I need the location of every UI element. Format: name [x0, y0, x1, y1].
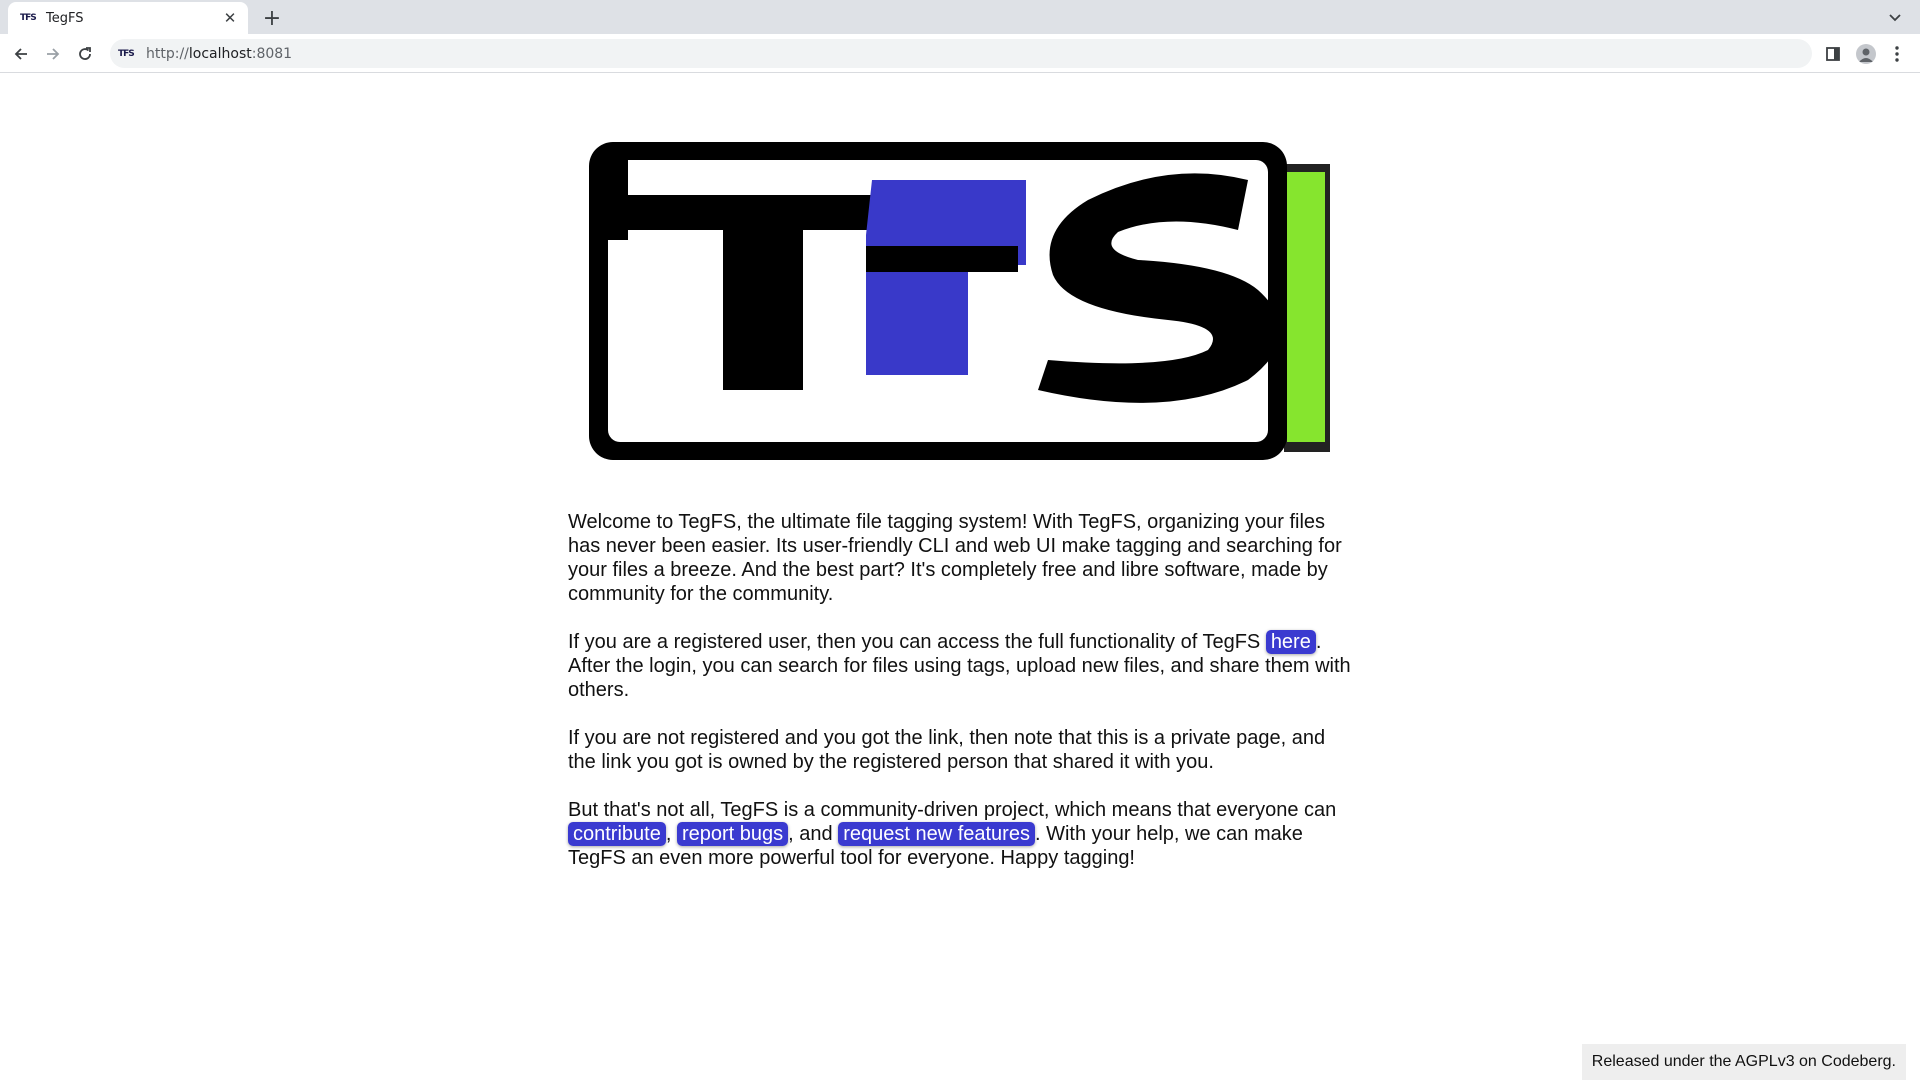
site-info-icon[interactable]: TFS [118, 49, 136, 59]
para2-text-before: If you are a registered user, then you c… [568, 631, 1266, 653]
kebab-menu-icon[interactable] [1884, 41, 1910, 67]
url-scheme: http:// [146, 45, 189, 62]
reload-icon[interactable] [72, 41, 98, 67]
tab-search-dropdown-icon[interactable] [1884, 6, 1906, 28]
community-paragraph: But that's not all, TegFS is a community… [568, 798, 1352, 870]
para4-separator-2: , and [788, 823, 839, 845]
browser-tab-tegfs[interactable]: TFS TegFS ✕ [8, 2, 248, 34]
avatar [1856, 44, 1876, 64]
close-tab-icon[interactable]: ✕ [220, 8, 240, 28]
browser-toolbar: TFS http://localhost:8081 [0, 34, 1920, 73]
request-features-link[interactable]: request new features [838, 822, 1035, 846]
footer-text[interactable]: Released under the AGPLv3 on Codeberg. [1592, 1053, 1896, 1071]
url-text[interactable]: http://localhost:8081 [146, 46, 292, 62]
forward-arrow-icon[interactable] [40, 41, 66, 67]
license-footer[interactable]: Released under the AGPLv3 on Codeberg. [1581, 1044, 1906, 1080]
login-here-link[interactable]: here [1265, 630, 1316, 654]
new-tab-button[interactable]: + [258, 4, 286, 32]
tegfs-logo [589, 142, 1330, 460]
para4-separator-1: , [665, 823, 677, 845]
logo-letter-t [723, 220, 803, 390]
tab-title: TegFS [46, 10, 84, 26]
url-host: localhost [188, 45, 252, 62]
para4-text-before: But that's not all, TegFS is a community… [568, 799, 1337, 821]
tab-strip: TFS TegFS ✕ + [0, 0, 1920, 34]
tegfs-favicon-icon: TFS [20, 13, 37, 23]
address-bar[interactable]: TFS http://localhost:8081 [110, 39, 1812, 68]
url-port: :8081 [251, 45, 293, 62]
logo-battery-charge [1287, 172, 1325, 442]
back-arrow-icon[interactable] [8, 41, 34, 67]
registered-user-paragraph: If you are a registered user, then you c… [568, 630, 1352, 702]
unregistered-paragraph: If you are not registered and you got th… [568, 727, 1326, 773]
intro-paragraph: Welcome to TegFS, the ultimate file tagg… [568, 511, 1342, 605]
contribute-link[interactable]: contribute [568, 822, 666, 846]
main-content: Welcome to TegFS, the ultimate file tagg… [568, 120, 1352, 894]
report-bugs-link[interactable]: report bugs [676, 822, 789, 846]
side-panel-icon[interactable] [1820, 41, 1846, 67]
profile-icon[interactable] [1853, 41, 1879, 67]
